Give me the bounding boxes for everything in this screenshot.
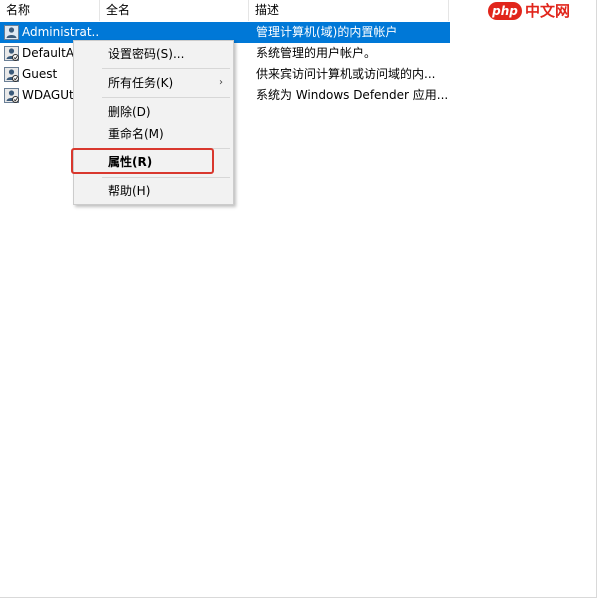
menu-item-set-password[interactable]: 设置密码(S)... (74, 43, 233, 65)
watermark-text: 中文网 (525, 2, 571, 20)
column-fullname-header[interactable]: 全名 (100, 0, 249, 21)
menu-separator (102, 97, 230, 98)
user-account-icon (4, 25, 19, 40)
user-account-disabled-icon (4, 88, 19, 103)
user-description: 供来宾访问计算机或访问域的内... (256, 67, 436, 81)
highlight-box (71, 148, 214, 174)
column-description-header[interactable]: 描述 (249, 0, 449, 21)
menu-separator (102, 177, 230, 178)
watermark-badge: php (488, 2, 522, 20)
submenu-arrow-icon: › (219, 77, 223, 88)
context-menu: 设置密码(S)... 所有任务(K) › 删除(D) 重命名(M) 属性(R) … (73, 40, 234, 205)
menu-item-help[interactable]: 帮助(H) (74, 180, 233, 202)
menu-item-label: 所有任务(K) (108, 76, 174, 90)
menu-item-delete[interactable]: 删除(D) (74, 101, 233, 123)
user-account-disabled-icon (4, 46, 19, 61)
menu-separator (102, 68, 230, 69)
user-description: 管理计算机(域)的内置帐户 (256, 25, 398, 39)
user-description: 系统为 Windows Defender 应用... (256, 88, 448, 102)
column-name-header[interactable]: 名称 (0, 0, 100, 21)
user-account-disabled-icon (4, 67, 19, 82)
user-description: 系统管理的用户帐户。 (256, 46, 377, 60)
menu-item-all-tasks[interactable]: 所有任务(K) › (74, 72, 233, 94)
menu-item-rename[interactable]: 重命名(M) (74, 123, 233, 145)
watermark-logo: php 中文网 (488, 0, 596, 22)
